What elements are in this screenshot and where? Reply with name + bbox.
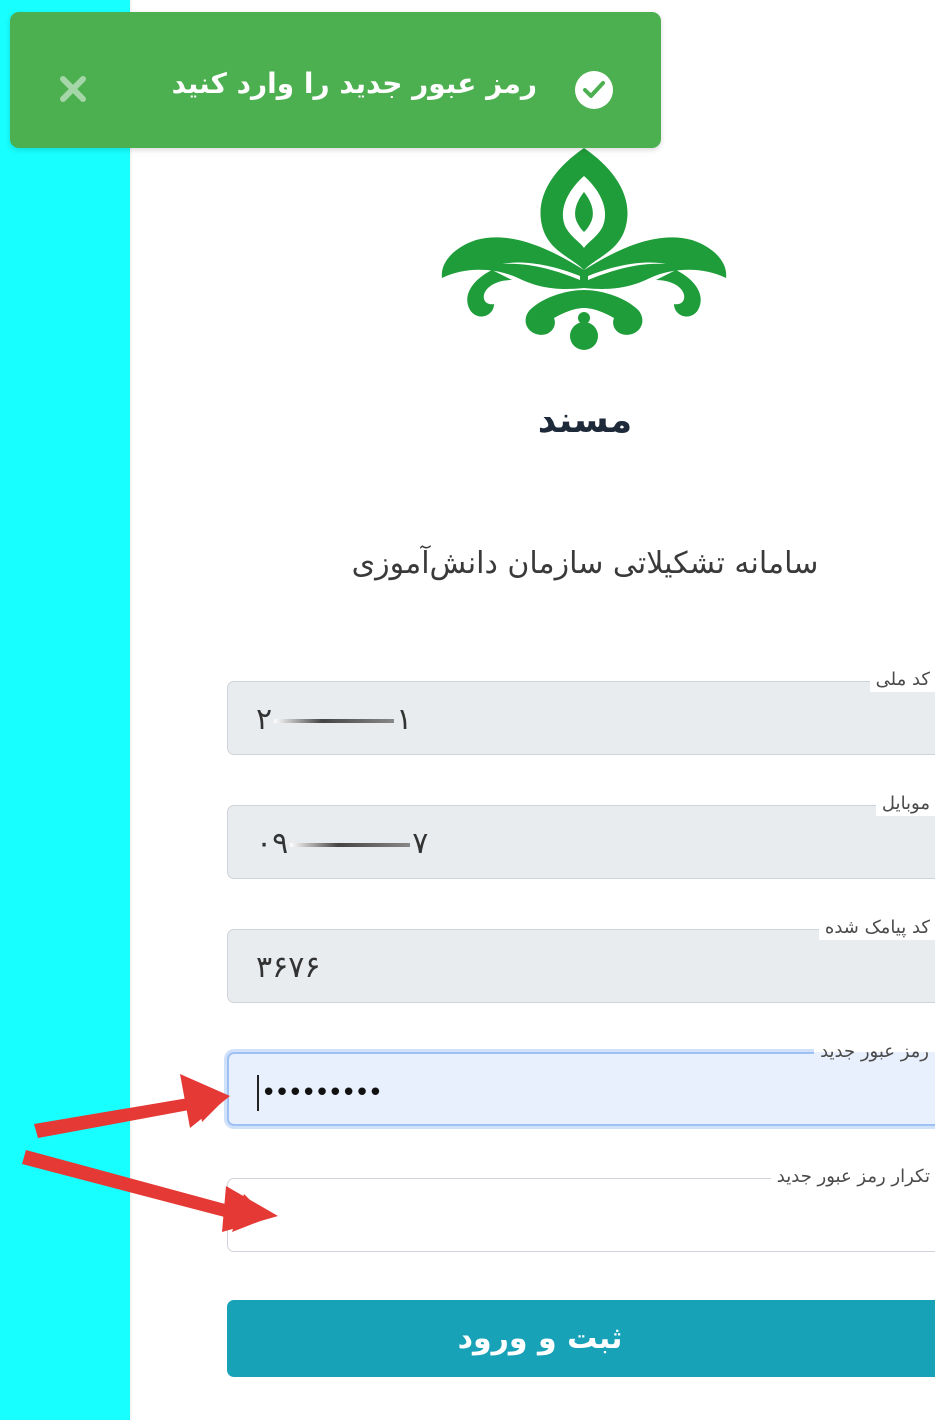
- page: مسند سامانه تشکیلاتی سازمان دانش‌آموزی ک…: [0, 0, 935, 1420]
- arrow-to-password-icon: [34, 1074, 230, 1138]
- arrow-to-confirm-icon: [22, 1150, 278, 1232]
- toast-message: رمز عبور جدید را وارد کنید: [171, 67, 537, 100]
- toast-notification: رمز عبور جدید را وارد کنید: [10, 12, 661, 148]
- annotation-arrows: [22, 1074, 278, 1232]
- close-icon[interactable]: [58, 74, 88, 104]
- check-circle-icon: [575, 71, 613, 109]
